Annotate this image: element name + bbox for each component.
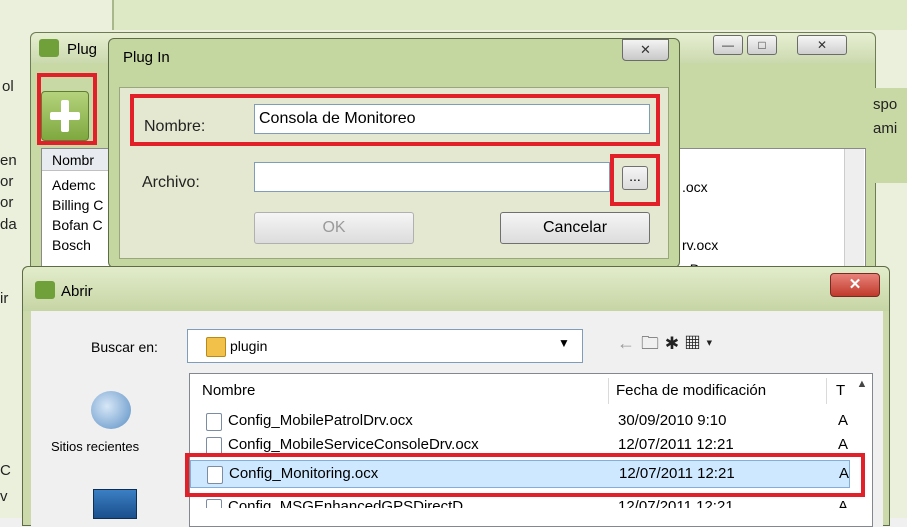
bg-fragment: or [0, 194, 14, 211]
file-type: A [838, 436, 849, 453]
bg-fragment: ami [873, 120, 898, 137]
recent-places-icon[interactable] [91, 391, 131, 429]
back-arrow-icon[interactable]: ← [617, 333, 641, 353]
bg-fragment: spo [873, 96, 898, 113]
chevron-down-icon[interactable]: ▼ [558, 336, 570, 350]
bg-fragment: C [0, 462, 11, 479]
column-header-name[interactable]: Nombre [202, 382, 255, 399]
up-folder-icon[interactable]: 🗀 [641, 333, 665, 353]
file-list: Nombre Fecha de modificación T ▲ Config_… [189, 373, 873, 527]
ocx-file-icon [206, 499, 222, 508]
open-dialog: Abrir ✕ Buscar en: plugin ▼ ←🗀✱▦▾ Sitios… [22, 266, 890, 527]
scrollbar[interactable] [844, 149, 864, 277]
column-header-type[interactable]: T [836, 382, 845, 399]
file-name: Config_MSGEnhancedGPSDirectD... [228, 498, 476, 508]
plugin-list-files: .ocx rv.ocx eDrv.ocx [671, 148, 866, 278]
file-name: Config_MobilePatrolDrv.ocx [228, 412, 413, 429]
file-row[interactable]: Config_MobileServiceConsoleDrv.ocx 12/07… [190, 432, 850, 454]
plug-window-title: Plug [67, 41, 98, 58]
look-in-label: Buscar en: [91, 339, 158, 355]
plugin-dialog: Plug In ✕ Nombre: Consola de Monitoreo A… [108, 38, 680, 268]
file-label: Archivo: [142, 174, 200, 191]
cancel-button[interactable]: Cancelar [500, 212, 650, 244]
column-divider[interactable] [608, 378, 609, 404]
highlight-name-field [130, 94, 660, 146]
list-item[interactable]: .ocx [682, 179, 708, 195]
look-in-value: plugin [230, 338, 268, 354]
folder-icon [206, 337, 226, 357]
column-divider[interactable] [826, 378, 827, 404]
bg-fragment: v [0, 488, 8, 505]
maximize-button[interactable]: □ [747, 35, 777, 55]
ok-button[interactable]: OK [254, 212, 414, 244]
ocx-file-icon [206, 413, 222, 431]
bg-fragment: en [0, 152, 17, 169]
file-field[interactable] [254, 162, 610, 192]
list-item[interactable]: Billing C [52, 197, 103, 213]
right-panel: spo ami [869, 88, 907, 183]
list-item[interactable]: Bosch [52, 237, 91, 253]
app-icon [39, 39, 59, 57]
file-date: 12/07/2011 12:21 [618, 436, 734, 453]
list-item[interactable]: Bofan C [52, 217, 103, 233]
bg-fragment: ol [2, 78, 14, 95]
nav-toolbar: ←🗀✱▦▾ [617, 331, 719, 361]
bg-fragment: da [0, 216, 17, 233]
places-bar: Sitios recientes [43, 383, 193, 527]
background-toolbar [112, 0, 907, 30]
file-date: 30/09/2010 9:10 [618, 412, 727, 429]
file-type: A [838, 412, 849, 429]
ocx-file-icon [206, 437, 222, 454]
open-dialog-titlebar: Abrir ✕ [23, 267, 889, 311]
file-name: Config_MobileServiceConsoleDrv.ocx [228, 436, 479, 453]
look-in-select[interactable]: plugin ▼ [187, 329, 583, 363]
app-icon [35, 281, 55, 299]
new-folder-icon[interactable]: ✱ [665, 333, 685, 353]
close-button[interactable]: ✕ [797, 35, 847, 55]
open-dialog-title: Abrir [61, 283, 93, 300]
highlight-add-button [37, 73, 97, 145]
recent-places-label[interactable]: Sitios recientes [51, 439, 139, 454]
highlight-selected-file [185, 453, 865, 497]
plugin-dialog-title: Plug In [123, 49, 170, 66]
scroll-up-arrow-icon[interactable]: ▲ [852, 374, 872, 394]
close-button[interactable]: ✕ [622, 39, 669, 61]
file-type: A [838, 498, 849, 508]
highlight-browse-button [610, 154, 660, 206]
minimize-button[interactable]: — [713, 35, 743, 55]
close-button[interactable]: ✕ [830, 273, 880, 297]
plugin-form: Nombre: Consola de Monitoreo Archivo: ..… [119, 87, 669, 259]
bg-fragment: ir [0, 290, 9, 307]
view-menu-icon[interactable]: ▦▾ [685, 333, 719, 353]
desktop-icon[interactable] [93, 489, 137, 519]
list-item[interactable]: Ademc [52, 177, 96, 193]
list-item[interactable]: rv.ocx [682, 237, 718, 253]
open-dialog-body: Buscar en: plugin ▼ ←🗀✱▦▾ Sitios recient… [31, 311, 883, 527]
column-header-date[interactable]: Fecha de modificación [616, 382, 766, 399]
bg-fragment: or [0, 173, 14, 190]
file-date: 12/07/2011 12:21 [618, 498, 734, 508]
